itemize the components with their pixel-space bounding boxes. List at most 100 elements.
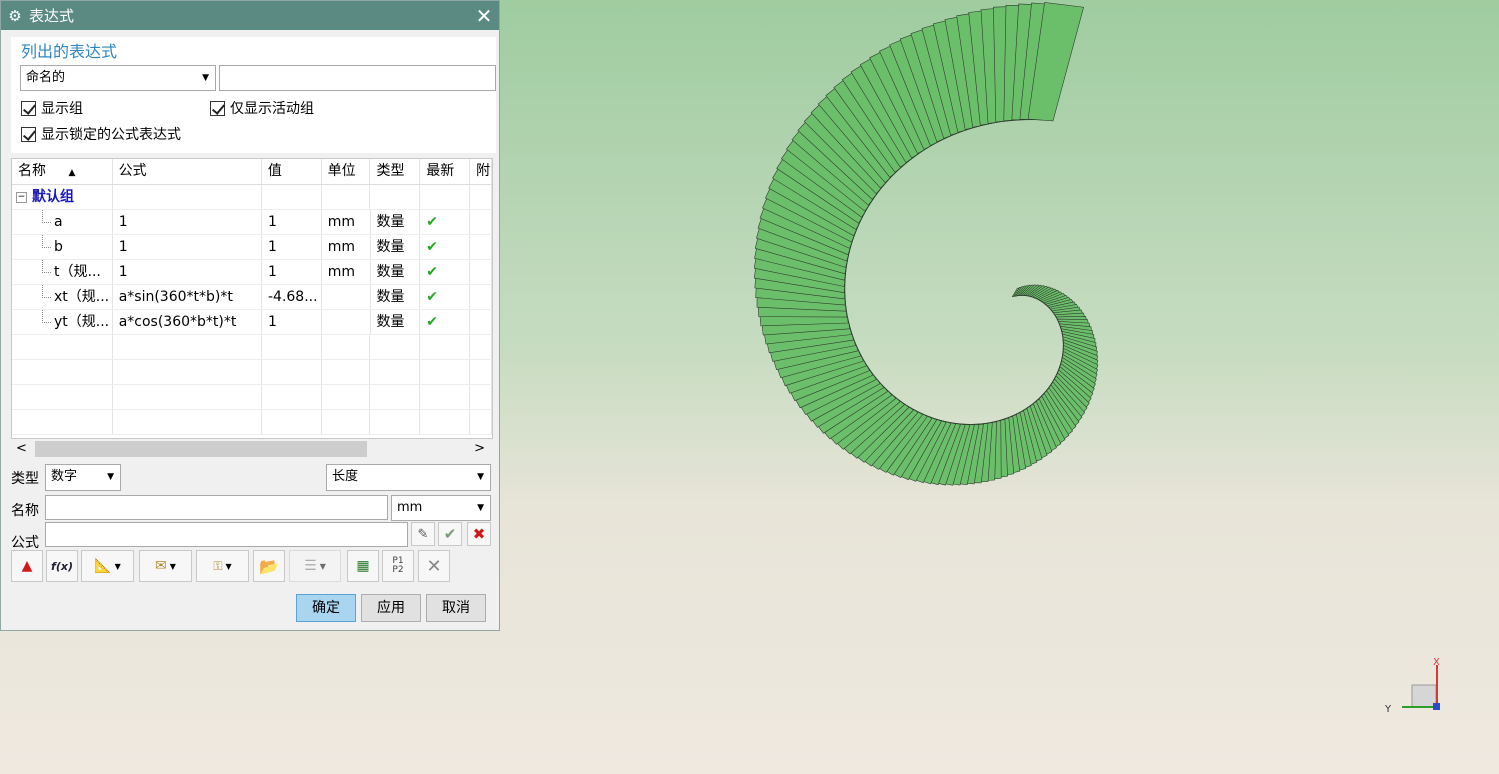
unit-combo-value: mm [397, 500, 423, 515]
close-icon[interactable]: ✕ [469, 4, 499, 28]
expression-formula-cell: 1 [113, 235, 262, 259]
apply-button[interactable]: 应用 [361, 594, 421, 622]
type-combo-value: 数字 [51, 469, 78, 484]
tree-connector [42, 310, 51, 323]
gear-icon[interactable]: ⚙ [1, 7, 29, 25]
list-button[interactable]: ☰ ▼ [289, 550, 341, 582]
filter-combo[interactable]: 命名的 ▼ [20, 65, 216, 91]
checkbox-checked-icon [21, 100, 36, 116]
function-button[interactable]: f(x) [46, 550, 78, 582]
collapse-icon[interactable]: − [16, 191, 27, 203]
expression-unit-cell: mm [322, 260, 371, 284]
column-header-uptodate[interactable]: 最新 [420, 159, 471, 184]
dimension-combo-value: 长度 [332, 469, 359, 484]
table-row[interactable]: xt（规... a*sin(360*t*b)*t -4.68... 数量 ✔ [12, 285, 492, 310]
chevron-down-icon: ▼ [169, 561, 176, 571]
formula-label: 公式 [11, 535, 39, 551]
swap-parameters-icon: P1 P2 [392, 556, 404, 575]
open-file-button[interactable]: 📂 [253, 550, 285, 582]
horizontal-scrollbar[interactable]: < > [11, 439, 493, 459]
expression-value-cell: 1 [262, 235, 322, 259]
unit-combo[interactable]: mm ▼ [391, 495, 491, 521]
section-title[interactable]: 列出的表达式 [21, 38, 117, 62]
chevron-down-icon: ▼ [225, 561, 232, 571]
formula-input[interactable] [45, 522, 408, 547]
expression-name-cell: xt（规... [12, 285, 113, 309]
checkmark-icon: ✔ [426, 239, 439, 255]
table-header: 名称 ▲ 公式 值 单位 类型 最新 附 [12, 159, 492, 185]
type-label: 类型 [11, 471, 39, 487]
measure-button[interactable]: 📐 ▼ [81, 550, 134, 582]
show-groups-label: 显示组 [41, 101, 83, 117]
active-group-only-checkbox[interactable]: 仅显示活动组 [210, 98, 314, 118]
scroll-right-icon[interactable]: > [474, 439, 485, 459]
folder-open-icon: 📂 [259, 556, 279, 576]
collapse-panel-button[interactable]: ▲ [11, 550, 43, 582]
reject-edit-button[interactable]: ✖ [467, 522, 491, 546]
chevron-down-icon: ▼ [107, 472, 114, 482]
accept-edit-button[interactable]: ✔ [438, 522, 462, 546]
expression-type-cell: 数量 [371, 310, 421, 334]
type-combo[interactable]: 数字 ▼ [45, 464, 121, 491]
scroll-left-icon[interactable]: < [16, 439, 27, 459]
expression-formula-cell: 1 [113, 260, 262, 284]
table-row[interactable]: a 1 1 mm 数量 ✔ [12, 210, 492, 235]
expression-name-cell: t（规... [12, 260, 113, 284]
name-input[interactable] [45, 495, 388, 520]
group-row[interactable]: − 默认组 [12, 185, 492, 210]
checkmark-icon: ✔ [426, 264, 439, 280]
checkmark-icon: ✔ [426, 314, 439, 330]
column-header-unit[interactable]: 单位 [322, 159, 371, 184]
show-locked-checkbox[interactable]: 显示锁定的公式表达式 [21, 124, 181, 144]
expression-value-cell: 1 [262, 310, 322, 334]
column-header-type[interactable]: 类型 [370, 159, 421, 184]
column-header-extra[interactable]: 附 [470, 159, 492, 184]
empty-row [12, 335, 492, 360]
name-label: 名称 [11, 503, 39, 519]
ok-button[interactable]: 确定 [296, 594, 356, 622]
expression-unit-cell: mm [322, 210, 371, 234]
checkmark-icon: ✔ [443, 525, 457, 543]
edit-formula-button[interactable]: ✎ [411, 522, 435, 546]
tree-connector [42, 210, 51, 223]
expression-uptodate-cell: ✔ [420, 310, 471, 334]
csys-x-label: X [1433, 657, 1440, 668]
expression-unit-cell [322, 310, 371, 334]
reference-icon: ✉ [155, 558, 167, 574]
expression-dialog: ⚙ 表达式 ✕ 列出的表达式 命名的 ▼ 显示组 仅显示活动组 显示锁定的公式表… [0, 0, 500, 631]
dimension-combo[interactable]: 长度 ▼ [326, 464, 491, 491]
scrollbar-thumb[interactable] [35, 441, 367, 457]
spreadsheet-button[interactable]: ▦ [347, 550, 379, 582]
parameter-icon: ⚿ [213, 558, 223, 573]
expression-extra-cell [470, 235, 492, 259]
table-row[interactable]: yt（规... a*cos(360*b*t)*t 1 数量 ✔ [12, 310, 492, 335]
expression-extra-cell [470, 310, 492, 334]
cancel-button[interactable]: 取消 [426, 594, 486, 622]
delete-button[interactable]: ✕ [418, 550, 450, 582]
expression-formula-cell: 1 [113, 210, 262, 234]
column-header-name[interactable]: 名称 ▲ [12, 159, 113, 184]
parameter-swap-button[interactable]: P1 P2 [382, 550, 414, 582]
table-row[interactable]: t（规... 1 1 mm 数量 ✔ [12, 260, 492, 285]
dialog-titlebar: ⚙ 表达式 ✕ [1, 1, 499, 30]
expression-type-cell: 数量 [371, 235, 421, 259]
empty-row [12, 410, 492, 435]
expression-extra-cell [470, 210, 492, 234]
function-icon: f(x) [51, 559, 73, 573]
expression-value-cell: 1 [262, 260, 322, 284]
list-icon: ☰ [304, 558, 317, 574]
edit-icon: ✎ [417, 526, 429, 542]
checkbox-checked-icon [210, 100, 225, 116]
show-groups-checkbox[interactable]: 显示组 [21, 98, 83, 118]
chevron-down-icon: ▼ [202, 73, 209, 83]
table-row[interactable]: b 1 1 mm 数量 ✔ [12, 235, 492, 260]
expression-type-cell: 数量 [371, 260, 421, 284]
column-header-value[interactable]: 值 [262, 159, 322, 184]
expression-value-cell: -4.68... [262, 285, 322, 309]
filter-text-input[interactable] [219, 65, 496, 91]
show-locked-label: 显示锁定的公式表达式 [41, 127, 181, 143]
column-header-formula[interactable]: 公式 [113, 159, 262, 184]
reference-button[interactable]: ✉ ▼ [139, 550, 192, 582]
checkbox-checked-icon [21, 126, 36, 142]
parameter-button[interactable]: ⚿ ▼ [196, 550, 249, 582]
